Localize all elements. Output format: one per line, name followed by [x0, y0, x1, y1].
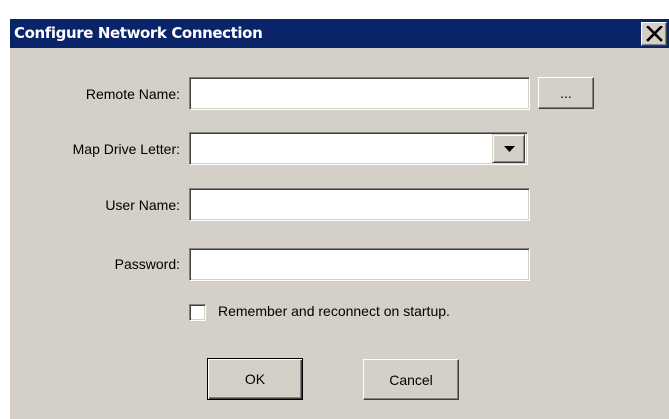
drive-letter-select[interactable]	[189, 132, 528, 165]
remote-name-input[interactable]	[189, 77, 530, 110]
title-bar[interactable]: Configure Network Connection	[10, 19, 669, 48]
user-name-input[interactable]	[189, 188, 530, 221]
reconnect-checkbox[interactable]	[189, 304, 206, 321]
drive-letter-dropdown-button[interactable]	[492, 134, 525, 163]
chevron-down-icon	[504, 146, 515, 152]
user-name-label: User Name:	[105, 197, 180, 213]
password-label: Password:	[114, 256, 180, 272]
remote-name-label: Remote Name:	[85, 86, 180, 102]
drive-letter-label: Map Drive Letter:	[72, 141, 180, 157]
ok-button[interactable]: OK	[207, 358, 303, 400]
reconnect-checkbox-label[interactable]: Remember and reconnect on startup.	[218, 303, 450, 319]
cancel-button[interactable]: Cancel	[363, 359, 459, 400]
close-icon	[646, 26, 663, 42]
window-title: Configure Network Connection	[14, 24, 263, 42]
browse-button[interactable]: ...	[538, 77, 594, 109]
close-button[interactable]	[641, 22, 667, 46]
password-input[interactable]	[189, 248, 530, 281]
